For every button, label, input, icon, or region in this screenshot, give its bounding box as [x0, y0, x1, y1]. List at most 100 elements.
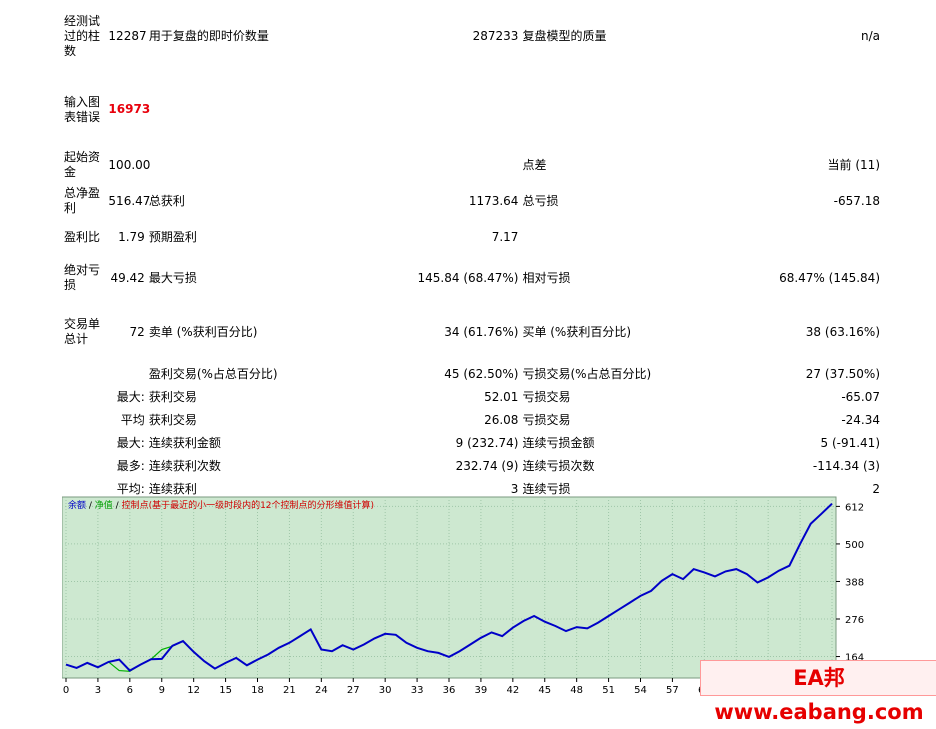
- x-tick-label: 45: [538, 685, 551, 696]
- report-cell-c2: 获利交易: [148, 390, 197, 404]
- report-row: 最大: 获利交易 52.01 亏损交易 -65.07: [62, 386, 882, 409]
- y-tick-label: 388: [845, 577, 864, 588]
- report-cell-c0: 经测试过的柱数: [64, 13, 101, 58]
- report-cell-c5: n/a: [860, 28, 880, 43]
- chart-legend: 余额 / 净值 / 控制点(基于最近的小一级时段内的12个控制点的分形维值计算): [68, 499, 374, 511]
- report-cell-c0: [62, 455, 106, 478]
- x-tick-label: 27: [347, 685, 360, 696]
- report-cell-c3: 7.17: [491, 229, 519, 244]
- report-cell-c1: 1.79: [118, 229, 145, 244]
- report-cell-c4: [520, 219, 686, 255]
- report-cell-c3: 145.84 (68.47%): [417, 270, 519, 285]
- report-row: 总净盈利 516.47 总获利 1173.64 总亏损 -657.18: [62, 183, 882, 219]
- report-cell-c5: -65.07: [841, 390, 880, 404]
- report-cell-c3: 287233: [472, 28, 519, 43]
- report-row: 盈利交易(%占总百分比) 45 (62.50%) 亏损交易(%占总百分比) 27 (3…: [62, 363, 882, 386]
- report-row: 最多: 连续获利次数 232.74 (9) 连续亏损次数 -114.34 (3): [62, 455, 882, 478]
- report-cell-c5: 38 (63.16%): [805, 324, 880, 339]
- x-tick-label: 30: [379, 685, 392, 696]
- report-cell-c4: 复盘模型的质量: [522, 28, 607, 43]
- x-tick-label: 42: [506, 685, 519, 696]
- report-cell-c0: 盈利比: [64, 229, 101, 244]
- x-tick-label: 48: [570, 685, 583, 696]
- report-cell-c1: 516.47: [108, 193, 151, 208]
- report-cell-c1: 49.42: [110, 270, 145, 285]
- report-cell-c5: -657.18: [833, 193, 880, 208]
- report-cell-c2: 获利交易: [148, 413, 197, 427]
- report-cell-c1: 72: [129, 324, 145, 339]
- report-cell-c3: [323, 72, 521, 147]
- report-cell-c2: 卖单 (%获利百分比): [148, 324, 258, 339]
- x-tick-label: 0: [63, 685, 69, 696]
- report-row: 交易单总计 72 卖单 (%获利百分比) 34 (61.76%) 买单 (%获利百分比)…: [62, 301, 882, 363]
- x-tick-label: 3: [95, 685, 101, 696]
- report-cell-c0: 交易单总计: [64, 317, 101, 346]
- report-cell-c5: 27 (37.50%): [805, 367, 880, 381]
- report-cell-c1: [106, 363, 146, 386]
- report-cell-c3: 9 (232.74): [455, 436, 519, 450]
- x-tick-label: 57: [666, 685, 679, 696]
- report-cell-c2: 连续获利次数: [148, 459, 221, 473]
- x-tick-label: 54: [634, 685, 647, 696]
- x-tick-label: 21: [283, 685, 296, 696]
- report-cell-c2: 预期盈利: [148, 229, 197, 244]
- report-cell-c4: 连续亏损金额: [522, 436, 595, 450]
- y-tick-label: 612: [845, 502, 864, 513]
- report-row: 绝对亏损 49.42 最大亏损 145.84 (68.47%) 相对亏损 68.47% (…: [62, 255, 882, 301]
- report-cell-c1: 最大:: [116, 436, 145, 450]
- report-cell-c1: 最大:: [116, 390, 145, 404]
- report-cell-c3: [323, 147, 521, 183]
- report-cell-c4: 亏损交易(%占总百分比): [522, 367, 652, 381]
- report-cell-c5: [686, 219, 882, 255]
- report-cell-c4: 买单 (%获利百分比): [522, 324, 632, 339]
- x-tick-label: 6: [127, 685, 133, 696]
- y-tick-label: 500: [845, 540, 864, 551]
- report-cell-c5: -114.34 (3): [812, 459, 880, 473]
- report-cell-c2: 总获利: [148, 193, 185, 208]
- report-cell-c5: 68.47% (145.84): [779, 270, 880, 285]
- x-tick-label: 33: [411, 685, 424, 696]
- legend-fractal: 控制点(基于最近的小一级时段内的12个控制点的分形维值计算): [122, 499, 374, 511]
- report-cell-c2: 盈利交易(%占总百分比): [148, 367, 278, 381]
- x-tick-label: 36: [443, 685, 456, 696]
- report-cell-c3: 52.01: [484, 390, 519, 404]
- report-cell-c1: 100.00: [108, 157, 151, 172]
- report-cell-c0: 输入图表错误: [64, 94, 101, 124]
- report-cell-c0: 起始资金: [64, 150, 101, 179]
- x-tick-label: 15: [219, 685, 232, 696]
- report-row: 输入图表错误 16973: [62, 72, 882, 147]
- report-cell-c2: 连续获利金额: [148, 436, 221, 450]
- watermark-logo: EA邦 www.eabang.com: [700, 660, 936, 724]
- report-cell-c3: 1173.64: [468, 193, 519, 208]
- report-cell-c3: 45 (62.50%): [444, 367, 519, 381]
- x-tick-label: 12: [187, 685, 200, 696]
- report-cell-c2: [147, 147, 323, 183]
- report-table: 经测试过的柱数 12287 用于复盘的即时价数量 287233 复盘模型的质量 n/a 输入…: [62, 0, 882, 501]
- report-cell-c3: 34 (61.76%): [444, 324, 519, 339]
- report-cell-c2: 用于复盘的即时价数量: [148, 28, 269, 43]
- report-cell-c4: 连续亏损次数: [522, 459, 595, 473]
- report-cell-c3: 26.08: [484, 413, 519, 427]
- report-cell-c0: [62, 432, 106, 455]
- report-cell-c1: 最多:: [116, 459, 145, 473]
- report-cell-c5: [686, 72, 882, 147]
- report-cell-c4: 亏损交易: [522, 390, 571, 404]
- report-cell-c5: 当前 (11): [827, 157, 880, 172]
- report-cell-c3: 232.74 (9): [455, 459, 519, 473]
- report-row: 经测试过的柱数 12287 用于复盘的即时价数量 287233 复盘模型的质量 n/a: [62, 0, 882, 72]
- report-cell-c5: -24.34: [841, 413, 880, 427]
- report-cell-c2: 最大亏损: [148, 270, 197, 285]
- report-cell-c4: [520, 72, 686, 147]
- report-cell-c1: 12287: [108, 28, 147, 43]
- report-row: 最大: 连续获利金额 9 (232.74) 连续亏损金额 5 (-91.41): [62, 432, 882, 455]
- report-row: 盈利比 1.79 预期盈利 7.17: [62, 219, 882, 255]
- report-row: 起始资金 100.00 点差 当前 (11): [62, 147, 882, 183]
- y-tick-label: 276: [845, 615, 864, 626]
- legend-separator: /: [86, 501, 95, 511]
- report-cell-c0: [62, 363, 106, 386]
- report-cell-c1: 平均: [120, 413, 145, 427]
- report-cell-c4: 点差: [522, 157, 547, 172]
- report-cell-c2: [147, 72, 323, 147]
- report-cell-c4: 亏损交易: [522, 413, 571, 427]
- report-cell-c0: 总净盈利: [64, 186, 101, 215]
